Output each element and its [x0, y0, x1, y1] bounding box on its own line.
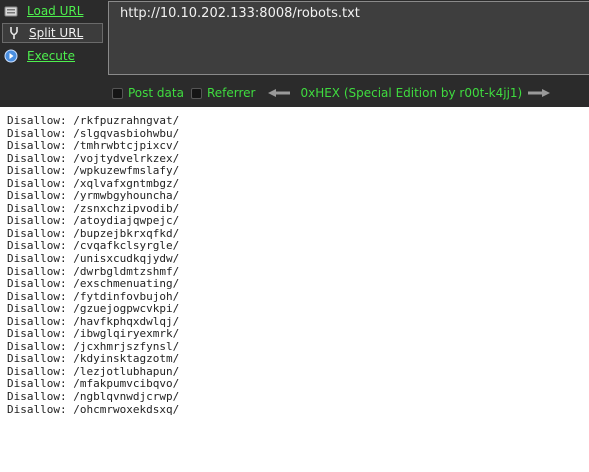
execute-button[interactable]: Execute: [3, 46, 103, 66]
robots-line: Disallow: /ibwglqiryexmrk/: [7, 327, 180, 341]
arrow-right-icon[interactable]: [526, 88, 552, 98]
url-input[interactable]: http://10.10.202.133:8008/robots.txt: [108, 1, 589, 75]
robots-line: Disallow: /ohcmrwoxekdsxq/: [7, 402, 180, 416]
split-url-button[interactable]: Split URL: [2, 23, 103, 43]
robots-line: Disallow: /tmhrwbtcjpixcv/: [7, 139, 180, 153]
post-data-label: Post data: [128, 86, 184, 100]
execute-label: Execute: [27, 49, 75, 63]
robots-line: Disallow: /rkfpuzrahngvat/: [7, 114, 180, 127]
hackbar-toolbar: Load URL Split URL Execute http://10.10.…: [0, 0, 589, 107]
robots-txt-content: Disallow: /rkfpuzrahngvat/Disallow: /slg…: [7, 114, 587, 416]
robots-line: Disallow: /exschmenuating/: [7, 277, 180, 291]
hex-label: 0xHEX (Special Edition by r00t-k4jj1): [300, 86, 523, 100]
post-data-checkbox[interactable]: [112, 87, 123, 99]
robots-line: Disallow: /unisxcudkqjydw/: [7, 252, 180, 266]
load-url-button[interactable]: Load URL: [3, 1, 103, 21]
robots-line: Disallow: /gzuejogpwcvkpi/: [7, 302, 180, 316]
arrow-left-icon[interactable]: [266, 88, 292, 98]
split-url-icon: [6, 25, 22, 41]
split-url-label: Split URL: [29, 26, 84, 40]
load-url-icon: [3, 3, 19, 19]
post-data-option[interactable]: Post data: [112, 86, 184, 100]
load-url-label: Load URL: [27, 4, 84, 18]
robots-line: Disallow: /yrmwbgyhouncha/: [7, 189, 180, 203]
referrer-label: Referrer: [206, 86, 256, 100]
robots-line: Disallow: /ngblqvnwdjcrwp/: [7, 390, 180, 404]
referrer-option[interactable]: Referrer: [190, 86, 256, 100]
options-bar: Post data Referrer 0xHEX (Special Editio…: [112, 85, 560, 101]
execute-icon: [3, 48, 19, 64]
referrer-checkbox[interactable]: [190, 87, 202, 99]
robots-line: Disallow: /wpkuzewfmslafy/: [7, 164, 180, 178]
